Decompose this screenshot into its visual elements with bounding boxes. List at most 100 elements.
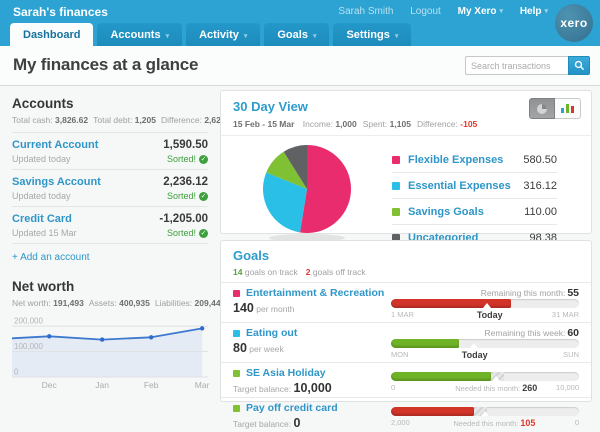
goal-remaining-label: Remaining this week: bbox=[484, 328, 566, 338]
goal-progress-bar bbox=[391, 407, 579, 416]
chevron-down-icon bbox=[500, 8, 504, 15]
goal-remaining-label: Remaining this month: bbox=[480, 288, 566, 298]
stat-label: Difference: bbox=[161, 115, 202, 125]
svg-text:0: 0 bbox=[14, 368, 19, 377]
goal-axis-center: Today bbox=[475, 310, 503, 320]
axis-right-label: 31 MAR bbox=[551, 310, 579, 319]
stat-label: Spent: bbox=[362, 119, 388, 129]
goal-remaining-value: 60 bbox=[567, 327, 579, 339]
goal-axis-center-value: 260 bbox=[522, 383, 538, 393]
search-button[interactable] bbox=[568, 56, 590, 75]
goal-amount-caption: Target balance: bbox=[233, 419, 292, 429]
legend-value: 316.12 bbox=[523, 179, 557, 192]
x-tick-label: Feb bbox=[143, 380, 159, 390]
tab-activity[interactable]: Activity bbox=[186, 23, 261, 46]
account-link[interactable]: Current Account bbox=[12, 139, 98, 151]
stat-label: Difference: bbox=[416, 119, 458, 129]
xero-logo[interactable]: xero bbox=[555, 4, 593, 42]
legend-link[interactable]: Flexible Expenses bbox=[408, 154, 503, 166]
goal-axis: 1 MAR Today 31 MAR bbox=[391, 310, 579, 320]
goal-axis-center: Today bbox=[460, 350, 488, 360]
pie-chart bbox=[263, 145, 352, 242]
search-input[interactable] bbox=[465, 56, 568, 75]
chevron-down-icon bbox=[395, 33, 399, 40]
x-tick-label: Dec bbox=[41, 380, 57, 390]
off-track-label: goals off track bbox=[312, 267, 366, 277]
net-worth-heading: Net worth bbox=[12, 279, 75, 294]
goal-remaining: Remaining this week: 60 bbox=[391, 327, 579, 339]
goal-bar-fill bbox=[391, 372, 491, 381]
goal-bar-fill bbox=[391, 339, 459, 348]
sorted-status: Sorted! bbox=[167, 154, 208, 164]
tab-goals[interactable]: Goals bbox=[264, 23, 330, 46]
tab-activity-label: Activity bbox=[199, 29, 239, 41]
goal-axis-center-value: Today bbox=[461, 350, 488, 360]
goal-amount-caption: Target balance: bbox=[233, 384, 292, 394]
thirty-day-header: 30 Day View 15 Feb - 15 Mar Income: 1,00… bbox=[221, 91, 591, 136]
goal-row: SE Asia Holiday Target balance: 10,000 0… bbox=[221, 362, 591, 397]
goal-link[interactable]: Entertainment & Recreation bbox=[246, 287, 384, 299]
chevron-down-icon bbox=[166, 33, 170, 40]
sorted-label: Sorted! bbox=[166, 154, 196, 164]
goal-link[interactable]: Pay off credit card bbox=[246, 402, 338, 414]
account-updated: Updated today bbox=[12, 191, 71, 201]
account-link[interactable]: Savings Account bbox=[12, 176, 101, 188]
account-balance: -1,205.00 bbox=[159, 213, 208, 225]
goal-bar-fill bbox=[391, 299, 512, 308]
check-circle-icon bbox=[199, 228, 208, 238]
chevron-down-icon bbox=[313, 33, 317, 40]
chevron-down-icon bbox=[544, 8, 548, 15]
tab-accounts[interactable]: Accounts bbox=[97, 23, 183, 46]
pie-view-button[interactable] bbox=[529, 98, 555, 119]
goal-axis-center: Needed this month: 105 bbox=[453, 418, 535, 428]
legend-swatch bbox=[392, 207, 400, 216]
net-worth-section: Net worth Net worth: 191,493 Assets: 400,… bbox=[12, 279, 225, 391]
net-worth-stats: Net worth: 191,493 Assets: 400,935 Liabili… bbox=[12, 298, 225, 308]
tab-settings[interactable]: Settings bbox=[333, 23, 412, 46]
goals-header: Goals 14 goals on track 2 goals off track bbox=[221, 241, 591, 282]
goal-swatch bbox=[233, 369, 240, 377]
goal-axis-center-label: Needed this month: bbox=[455, 384, 521, 393]
goal-row: Entertainment & Recreation 140 per month… bbox=[221, 282, 591, 322]
thirty-day-title[interactable]: 30 Day View bbox=[233, 99, 308, 114]
chevron-down-icon bbox=[244, 33, 248, 40]
svg-text:100,000: 100,000 bbox=[14, 342, 43, 351]
axis-left-label: 0 bbox=[391, 383, 396, 392]
account-link[interactable]: Credit Card bbox=[12, 213, 72, 225]
x-tick-label: Jan bbox=[95, 380, 110, 390]
on-track-count: 14 bbox=[233, 267, 243, 277]
account-updated: Updated 15 Mar bbox=[12, 228, 77, 238]
top-header: Sarah's finances Sarah Smith Logout My X… bbox=[0, 0, 600, 46]
goal-amount-caption: per month bbox=[256, 304, 295, 314]
stat-label: Total cash: bbox=[12, 115, 53, 125]
goals-title[interactable]: Goals bbox=[233, 248, 269, 263]
goal-progress-bar bbox=[391, 339, 579, 348]
sorted-label: Sorted! bbox=[166, 228, 196, 238]
tab-dashboard[interactable]: Dashboard bbox=[10, 23, 94, 46]
user-name: Sarah Smith bbox=[338, 6, 394, 17]
legend-link[interactable]: Savings Goals bbox=[408, 206, 484, 218]
my-xero-menu[interactable]: My Xero bbox=[458, 6, 503, 17]
goal-axis: 0 Needed this month: 260 10,000 bbox=[391, 383, 579, 393]
my-xero-label: My Xero bbox=[457, 6, 497, 17]
goal-amount: 140 bbox=[233, 301, 254, 315]
stat-label: Net worth: bbox=[12, 298, 51, 308]
chart-view-toggles bbox=[529, 98, 581, 119]
axis-left-label: 2,000 bbox=[391, 418, 410, 427]
goals-counts: 14 goals on track 2 goals off track bbox=[233, 267, 579, 277]
pie-chart-icon bbox=[537, 103, 547, 114]
accounts-section: Accounts Total cash: 3,826.62 Total debt:… bbox=[12, 96, 237, 391]
add-account-link[interactable]: + Add an account bbox=[12, 252, 90, 263]
goal-bar-marker bbox=[482, 303, 491, 308]
goal-link[interactable]: SE Asia Holiday bbox=[246, 367, 326, 379]
thirty-day-panel: 30 Day View 15 Feb - 15 Mar Income: 1,00… bbox=[220, 90, 592, 251]
logout-link[interactable]: Logout bbox=[410, 6, 441, 17]
sorted-status: Sorted! bbox=[167, 191, 208, 201]
help-menu[interactable]: Help bbox=[520, 6, 548, 17]
bar-view-button[interactable] bbox=[555, 98, 581, 119]
legend-swatch bbox=[392, 155, 400, 164]
legend-link[interactable]: Essential Expenses bbox=[408, 180, 511, 192]
goal-link[interactable]: Eating out bbox=[246, 327, 297, 339]
goal-row: Pay off credit card Target balance: 0 2,… bbox=[221, 397, 591, 432]
off-track-count: 2 bbox=[305, 267, 311, 277]
